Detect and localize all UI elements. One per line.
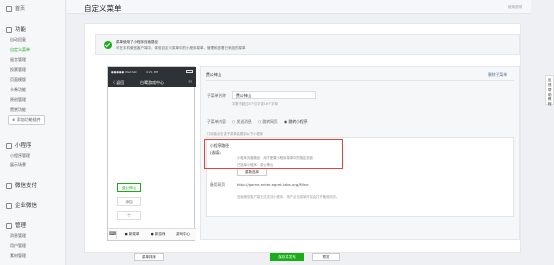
sidebar-item-mini-manage[interactable]: 小程序管理 (10, 153, 30, 159)
submenu-item[interactable]: 添加 (117, 197, 141, 206)
content-label: 子菜单内容 (207, 119, 226, 124)
option-label: 发送消息 (236, 119, 252, 124)
name-hint: 字数不超过8个汉字或16个字母 (232, 102, 278, 106)
option-jump-web[interactable]: ○ 跳转网页 (258, 119, 278, 125)
sidebar-section-function[interactable]: 功能 (6, 25, 26, 33)
menu-tab-new-menu[interactable]: ● 新菜单 (120, 232, 144, 237)
home-icon (6, 5, 12, 12)
section-label: 微信支付 (15, 183, 38, 189)
sidebar-item-users[interactable]: 用户管理 (10, 243, 26, 249)
divider (206, 80, 514, 81)
menu-tab-new-game[interactable]: ● 新游戏 (146, 232, 170, 237)
miniprogram-icon (6, 142, 12, 149)
editor-menu-title: 费公神山 (206, 72, 222, 77)
sidebar-item-custom-menu[interactable]: 自定义菜单 (10, 47, 30, 53)
menu-sort-button[interactable]: 菜单排序 (134, 253, 164, 261)
radio-icon: ○ (232, 119, 236, 124)
sidebar-item-comments[interactable]: 留言管理 (10, 57, 26, 63)
sidebar-item-vote[interactable]: 投票管理 (10, 67, 26, 73)
option-send-message[interactable]: ○ 发送消息 (232, 119, 252, 125)
reselect-button[interactable]: 重新选择 (237, 168, 267, 176)
option-label: 跳转小程序 (288, 119, 308, 124)
sidebar-item-auto-reply[interactable]: 自动回复 (10, 37, 26, 43)
help-link[interactable]: 使用说明 (508, 5, 522, 10)
submenu-item-selected[interactable]: 费公神山 (117, 183, 141, 192)
add-submenu-button[interactable]: + (117, 211, 141, 220)
function-icon (6, 26, 12, 33)
highlight-box (204, 139, 343, 169)
section-label: 小程序 (15, 143, 32, 149)
sidebar-home-label: 首页 (15, 6, 26, 12)
manage-icon (6, 222, 12, 229)
jump-desc: 订阅者点击该子菜单会跳到以下小程序 (207, 132, 264, 136)
carrier-text: ●●●●● WeChat (111, 70, 137, 74)
floating-tools: 反馈 帮助 教程 (545, 75, 554, 107)
phone-menu-bar: ⌨ ● 新菜单 ● 新游戏 游戏中心 (108, 228, 196, 240)
top-bar (67, 0, 531, 14)
phone-status-bar: ●●●●● WeChat 4:21 PM (108, 67, 196, 77)
banner-title: 菜单使用了小程序页面路径 (116, 40, 158, 44)
account-title: 白鹭游戏中心 (140, 80, 164, 85)
sidebar-section-wechat-pay[interactable]: 微信支付 (6, 181, 37, 189)
keyboard-icon[interactable]: ⌨ (109, 231, 117, 239)
option-label: 跳转网页 (262, 119, 278, 124)
sidebar: 首页 功能 自动回复 自定义菜单 留言管理 投票管理 页面模版 卡券功能 原创管… (0, 0, 66, 265)
profile-icon[interactable]: ⚇ (188, 79, 192, 84)
backup-label: 备用网页 (210, 182, 226, 187)
sidebar-item-media[interactable]: 素材管理 (10, 253, 26, 259)
sidebar-item-reward[interactable]: 赞赏功能 (10, 107, 26, 113)
save-publish-button[interactable]: 保存并发布 (270, 253, 304, 261)
sidebar-home[interactable]: 首页 (6, 5, 25, 12)
backup-hint: 旧版微信客户端无法支持小程序，用户点击菜单时将会打开备用网页。 (237, 195, 340, 199)
check-circle-icon (104, 41, 112, 49)
delete-submenu-link[interactable]: 删除子菜单 (488, 72, 507, 78)
add-plugin-button[interactable]: ⊕ 添加功能插件 (8, 115, 45, 125)
section-label: 管理 (15, 223, 27, 229)
tutorial-tool[interactable]: 教程 (548, 97, 553, 107)
add-plugin-label: 添加功能插件 (16, 117, 41, 122)
option-jump-miniprogram[interactable]: ◉ 跳转小程序 (284, 119, 308, 125)
submenu-name-input[interactable]: 费公神山 (232, 91, 316, 99)
feedback-tool[interactable]: 反馈 (548, 78, 553, 88)
success-banner: 菜单使用了小程序页面路径 可在手机微信客户端中，体验自定义菜单中的小程序菜单，管… (95, 34, 520, 55)
preview-button[interactable]: 预览 (312, 253, 340, 261)
sidebar-item-scenes[interactable]: 展示场景 (10, 162, 26, 168)
enterprise-icon (6, 202, 12, 209)
sidebar-item-templates[interactable]: 页面模版 (10, 77, 26, 83)
sidebar-item-cards[interactable]: 卡券功能 (10, 87, 26, 93)
section-label: 企业微信 (15, 203, 38, 209)
radio-icon: ○ (258, 119, 262, 124)
radio-checked-icon: ◉ (284, 119, 288, 124)
page-title: 自定义菜单 (84, 4, 122, 13)
sidebar-section-miniprogram[interactable]: 小程序 (6, 141, 32, 149)
time-text: 4:21 PM (146, 70, 159, 74)
battery-icon (186, 70, 193, 73)
menu-tab-game-center[interactable]: 游戏中心 (171, 232, 195, 237)
back-button[interactable]: 〈 返回 (111, 80, 124, 86)
pay-icon (6, 182, 12, 189)
section-label: 功能 (15, 27, 27, 33)
sidebar-item-messages[interactable]: 消息管理 (10, 233, 26, 239)
sidebar-item-original[interactable]: 原创管理 (10, 97, 26, 103)
sidebar-section-manage[interactable]: 管理 (6, 221, 26, 229)
phone-nav-bar: 〈 返回 白鹭游戏中心 ⚇ (108, 77, 196, 87)
backup-url[interactable]: http://game.enter.egret-labs.org/Mine (237, 182, 309, 187)
name-label: 子菜单名称 (207, 93, 226, 98)
sidebar-section-enterprise[interactable]: 企业微信 (6, 201, 37, 209)
banner-desc: 可在手机微信客户端中，体验自定义菜单中的小程序菜单，管理和查看已添加的菜单 (116, 46, 246, 50)
